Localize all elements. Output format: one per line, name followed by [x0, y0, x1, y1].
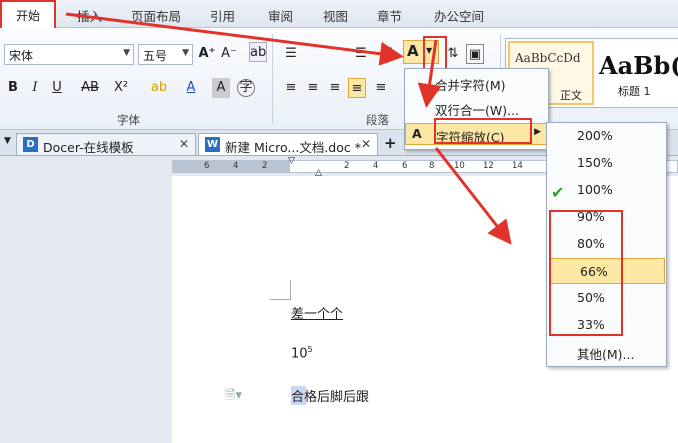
highlight-icon[interactable]: ab — [150, 78, 168, 98]
group-label-paragraph: 段落 — [366, 113, 389, 127]
scale-option-label: 100% — [577, 182, 613, 197]
style-heading1-preview: AaBb( — [599, 51, 678, 80]
indent-icon[interactable]: ☰ — [352, 44, 370, 64]
distributed-icon[interactable]: ≡ — [372, 78, 390, 98]
menu-item-label: 合并字符(M) — [435, 78, 506, 93]
ruler-number: 2 — [262, 161, 268, 171]
tab-home[interactable]: 开始 — [0, 0, 56, 30]
chevron-down-icon: ▼ — [182, 48, 189, 58]
ruler-number: 10 — [454, 161, 465, 171]
strikethrough-icon[interactable]: AB — [78, 78, 102, 98]
style-normal-name: 正文 — [560, 89, 582, 102]
align-right-icon[interactable]: ≡ — [326, 78, 344, 98]
menu-item-two-lines-in-one[interactable]: 双行合一(W)... — [405, 97, 548, 119]
char-format-menu: 合并字符(M) 双行合一(W)... A 字符缩放(C) ▶ — [404, 68, 549, 150]
align-left-icon[interactable]: ≡ — [282, 78, 300, 98]
bullets-icon[interactable]: ☰ — [282, 44, 300, 64]
close-icon[interactable]: ✕ — [361, 137, 371, 151]
annotation-red-box — [549, 210, 623, 336]
doc-tab-docer[interactable]: D Docer-在线模板 ✕ — [16, 133, 196, 155]
tab-view[interactable]: 视图 — [323, 6, 348, 25]
sort-icon[interactable]: ⇅ — [444, 44, 462, 64]
tab-chapter[interactable]: 章节 — [377, 6, 402, 25]
doc-line-base: 10 — [291, 346, 308, 362]
ruler-number: 14 — [512, 161, 523, 171]
ruler-number: 6 — [402, 161, 408, 171]
italic-icon[interactable]: I — [26, 78, 44, 98]
style-heading1-name: 标题 1 — [618, 85, 651, 98]
ruler-number: 4 — [373, 161, 379, 171]
font-name-select[interactable]: 宋体 ▼ — [4, 44, 134, 65]
chevron-right-icon: ▶ — [534, 127, 541, 137]
bold-icon[interactable]: B — [4, 78, 22, 98]
tab-review[interactable]: 审阅 — [268, 6, 293, 25]
scale-option-label: 其他(M)... — [577, 347, 635, 362]
scale-option-other[interactable]: 其他(M)... — [547, 339, 666, 365]
new-tab-plus-icon[interactable]: + — [384, 134, 397, 152]
underline-icon[interactable]: U — [48, 78, 66, 98]
scale-option-label: 150% — [577, 155, 613, 170]
word-doc-icon: W — [205, 137, 220, 152]
doc-line[interactable]: 差一个个 — [291, 303, 343, 322]
doc-line-superscript: 5 — [307, 345, 313, 354]
ribbon-divider — [272, 34, 273, 124]
indent-marker-icon[interactable]: ▽ — [288, 156, 295, 166]
group-label-font: 字体 — [117, 113, 140, 127]
page-margin-mark — [270, 299, 290, 300]
ribbon-tab-bar: 开始 插入 页面布局 引用 审阅 视图 章节 办公空间 — [0, 0, 678, 30]
doc-tab-label: 新建 Micro...文档.doc * — [225, 140, 361, 155]
doc-icon[interactable]: 🗎▾ — [225, 386, 242, 408]
ruler-number: 6 — [204, 161, 210, 171]
enclosed-char-icon[interactable]: 字 — [237, 79, 255, 97]
doc-tab-new-doc[interactable]: W 新建 Micro...文档.doc * ✕ — [198, 133, 378, 155]
tab-references[interactable]: 引用 — [210, 6, 235, 25]
scale-option-label: 200% — [577, 128, 613, 143]
page-margin-mark — [290, 280, 291, 300]
menu-item-label: 双行合一(W)... — [435, 103, 520, 118]
font-size-value: 五号 — [143, 49, 168, 63]
char-shading-icon[interactable]: A — [212, 78, 230, 98]
clear-format-icon[interactable]: ab — [249, 42, 267, 62]
outdent-icon[interactable]: ☰ — [378, 44, 396, 64]
scale-option-150[interactable]: 150% — [547, 150, 666, 176]
doc-line[interactable]: 合格后脚后跟 — [291, 386, 370, 405]
justify-icon[interactable]: ≡ — [348, 78, 366, 98]
checkmark-icon: ✔ — [551, 183, 565, 202]
grow-font-icon[interactable]: A⁺ — [198, 44, 216, 64]
doc-tab-label: Docer-在线模板 — [43, 140, 134, 155]
char-scale-icon: A — [407, 42, 419, 60]
ruler-number: 2 — [344, 161, 350, 171]
font-size-select[interactable]: 五号 ▼ — [138, 44, 193, 65]
scale-option-200[interactable]: 200% — [547, 123, 666, 149]
tab-office-space[interactable]: 办公空间 — [434, 6, 484, 25]
ribbon: 宋体 ▼ 五号 ▼ A⁺ A⁻ ab B I U AB X² ab A A 字 字体… — [0, 28, 678, 130]
superscript-icon[interactable]: X² — [112, 78, 130, 98]
close-icon[interactable]: ✕ — [179, 137, 189, 151]
ruler-number: 12 — [483, 161, 494, 171]
font-name-value: 宋体 — [9, 49, 34, 63]
shrink-font-icon[interactable]: A⁻ — [220, 44, 238, 64]
menu-item-combine-chars[interactable]: 合并字符(M) — [405, 72, 548, 94]
tab-list-icon[interactable]: ▼ — [4, 136, 11, 146]
ruler-margin — [172, 160, 290, 173]
docer-icon: D — [23, 137, 38, 152]
style-normal-preview: AaBbCcDd — [515, 51, 581, 65]
font-color-icon[interactable]: A — [182, 78, 200, 98]
tab-page-layout[interactable]: 页面布局 — [131, 6, 181, 25]
align-center-icon[interactable]: ≡ — [304, 78, 322, 98]
chevron-down-icon: ▼ — [123, 48, 130, 58]
tab-insert[interactable]: 插入 — [77, 6, 102, 25]
ruler-number: 8 — [429, 161, 435, 171]
char-scale-icon: A — [412, 126, 422, 141]
doc-line[interactable]: 105 — [291, 345, 313, 361]
annotation-red-box — [434, 118, 532, 144]
ruler-number: 4 — [233, 161, 239, 171]
show-marks-icon[interactable]: ▣ — [466, 44, 484, 64]
